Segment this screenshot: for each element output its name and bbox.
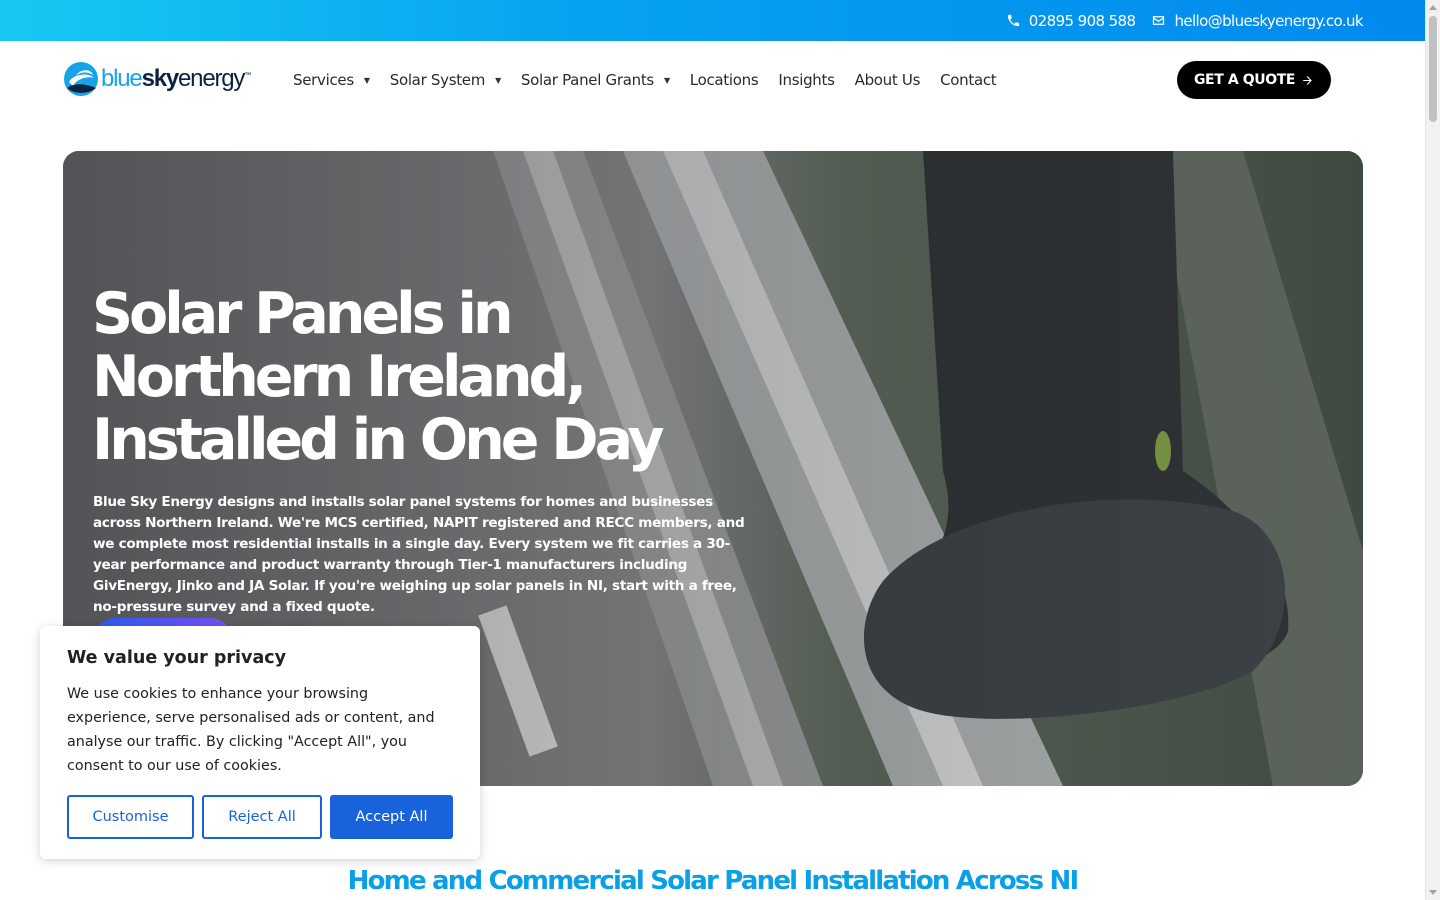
cookie-description: We use cookies to enhance your browsing …: [67, 686, 435, 774]
customise-button[interactable]: Customise: [67, 795, 194, 839]
email-address: hello@blueskyenergy.co.uk: [1174, 11, 1363, 30]
scroll-down-arrow-icon[interactable]: [1429, 890, 1437, 895]
hero-description: Blue Sky Energy designs and installs sol…: [93, 494, 745, 615]
arrow-right-icon: [1303, 75, 1312, 85]
nav-item-solar-system[interactable]: Solar System ▼: [390, 71, 501, 89]
cookie-title: We value your privacy: [67, 648, 287, 668]
caret-down-icon: ▼: [663, 75, 670, 85]
caret-down-icon: ▼: [495, 75, 501, 85]
nav-item-solar-panel-grants[interactable]: Solar Panel Grants ▼: [521, 71, 670, 89]
top-contact-bar: 02895 908 588 hello@blueskyenergy.co.uk: [0, 0, 1425, 41]
get-a-quote-button[interactable]: GET A QUOTE: [1177, 61, 1331, 99]
main-navigation: Services ▼ Solar System ▼ Solar Panel Gran…: [293, 71, 997, 89]
site-header: blueskyenergy™ Services ▼ Solar System ▼ S…: [0, 41, 1425, 121]
nav-item-about-us[interactable]: About Us: [855, 71, 921, 89]
nav-item-services[interactable]: Services ▼: [293, 71, 370, 89]
envelope-icon: [1153, 16, 1165, 25]
page: 02895 908 588 hello@blueskyenergy.co.uk …: [0, 0, 1440, 900]
section-heading: Home and Commercial Solar Panel Installa…: [347, 866, 1079, 896]
get-a-quote-label: GET A QUOTE: [1193, 72, 1296, 88]
site-logo[interactable]: blueskyenergy™: [63, 60, 251, 98]
scrollbar-thumb[interactable]: [1429, 16, 1437, 122]
logo-mark-icon: [64, 62, 98, 96]
phone-icon: [1007, 14, 1019, 27]
logo-wordmark: blueskyenergy™: [101, 65, 251, 92]
reject-all-button[interactable]: Reject All: [202, 795, 322, 839]
page-scrollbar[interactable]: [1425, 0, 1440, 900]
accept-all-button[interactable]: Accept All: [330, 795, 453, 839]
nav-item-contact[interactable]: Contact: [940, 71, 997, 89]
email-link[interactable]: hello@blueskyenergy.co.uk: [1151, 11, 1364, 30]
cookie-button-row: Customise Reject All Accept All: [67, 795, 453, 839]
nav-item-insights[interactable]: Insights: [778, 71, 835, 89]
phone-link[interactable]: 02895 908 588: [1006, 12, 1136, 30]
nav-item-locations[interactable]: Locations: [690, 71, 759, 89]
hero-title: Solar Panels in Northern Ireland, Instal…: [92, 281, 665, 473]
scroll-up-arrow-icon[interactable]: [1429, 5, 1437, 10]
phone-number: 02895 908 588: [1028, 11, 1136, 30]
caret-down-icon: ▼: [363, 75, 370, 85]
cookie-consent-dialog: We value your privacy We use cookies to …: [40, 626, 480, 859]
